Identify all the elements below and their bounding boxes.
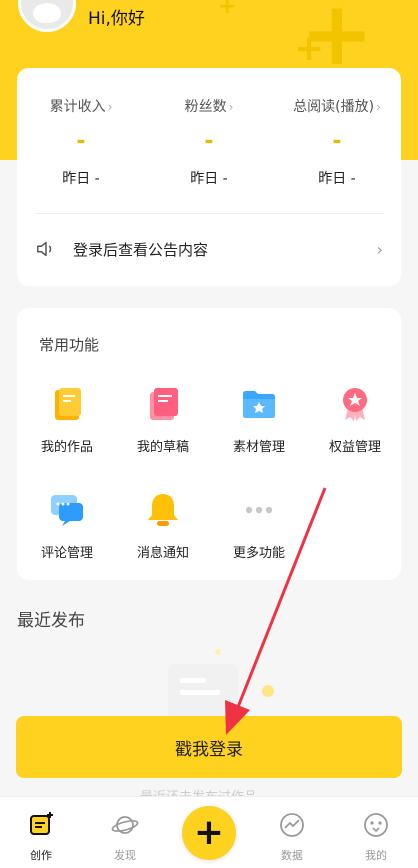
func-my-drafts[interactable]: 我的草稿 bbox=[115, 384, 211, 474]
recent-title: 最近发布 bbox=[17, 611, 85, 631]
badge-icon bbox=[343, 388, 367, 421]
func-label: 权益管理 bbox=[328, 440, 381, 455]
notice-text: 登录后查看公告内容 bbox=[73, 240, 209, 259]
chevron-right-icon: › bbox=[107, 100, 113, 114]
section-title: 常用功能 bbox=[39, 336, 100, 354]
tab-label: 发现 bbox=[114, 849, 136, 862]
stat-value: - bbox=[76, 129, 86, 154]
stat-yesterday: 昨日 - bbox=[190, 171, 228, 187]
chevron-right-icon: › bbox=[376, 239, 383, 259]
tab-label: 数据 bbox=[281, 849, 303, 862]
stat-yesterday: 昨日 - bbox=[318, 171, 356, 187]
more-icon bbox=[245, 506, 273, 514]
decor-plus-icon: + bbox=[294, 28, 325, 69]
tab-mine[interactable]: 我的 bbox=[341, 803, 411, 863]
decor-plus-icon: + bbox=[218, 0, 237, 19]
chevron-right-icon: › bbox=[376, 100, 381, 114]
profile-face-icon bbox=[364, 813, 388, 837]
func-label: 我的作品 bbox=[40, 440, 93, 455]
func-notifications[interactable]: 消息通知 bbox=[115, 490, 211, 580]
stat-value: - bbox=[332, 129, 342, 154]
avatar-face-icon bbox=[33, 3, 61, 23]
bell-icon bbox=[148, 494, 178, 526]
func-my-works[interactable]: 我的作品 bbox=[19, 384, 115, 474]
login-button[interactable]: 戳我登录 bbox=[16, 716, 402, 778]
stat-title: 总阅读(播放) bbox=[293, 99, 375, 115]
drafts-icon bbox=[150, 388, 178, 420]
func-more[interactable]: 更多功能 bbox=[211, 490, 307, 580]
speaker-icon bbox=[37, 241, 52, 257]
func-rights[interactable]: 权益管理 bbox=[307, 384, 403, 474]
tab-label: 我的 bbox=[365, 849, 387, 862]
stats-card: 累计收入 › - 昨日 - 粉丝数 › - 昨日 - 总阅读(播放) › - 昨日 -… bbox=[17, 68, 401, 286]
functions-card: 常用功能 我的作品 我的草稿 素材管理 权益管理 评论管理 消息通知 更多功能 bbox=[17, 308, 401, 580]
folder-icon bbox=[243, 391, 275, 418]
planet-icon bbox=[111, 816, 139, 834]
func-label: 我的草稿 bbox=[136, 440, 189, 455]
data-chart-icon bbox=[280, 813, 304, 837]
tab-label: 创作 bbox=[30, 849, 52, 862]
func-materials[interactable]: 素材管理 bbox=[211, 384, 307, 474]
tab-create[interactable]: 创作 bbox=[6, 803, 76, 863]
stat-title: 累计收入 bbox=[49, 99, 106, 115]
chevron-right-icon: › bbox=[228, 100, 234, 114]
create-icon bbox=[30, 812, 53, 835]
func-label: 素材管理 bbox=[232, 440, 285, 455]
comment-icon bbox=[51, 495, 83, 526]
stat-title: 粉丝数 bbox=[184, 99, 227, 115]
divider bbox=[35, 213, 383, 214]
notice-row[interactable]: 登录后查看公告内容 › bbox=[35, 228, 383, 270]
stat-yesterday: 昨日 - bbox=[62, 171, 100, 187]
func-label: 消息通知 bbox=[136, 546, 189, 561]
func-label: 更多功能 bbox=[232, 546, 285, 561]
tab-data[interactable]: 数据 bbox=[257, 803, 327, 863]
publish-plus-button[interactable]: + bbox=[182, 806, 236, 860]
tab-discover[interactable]: 发现 bbox=[90, 803, 160, 863]
func-comments[interactable]: 评论管理 bbox=[19, 490, 115, 580]
works-icon bbox=[55, 388, 81, 420]
greeting-text[interactable]: Hi,你好 bbox=[88, 4, 145, 29]
func-label: 评论管理 bbox=[40, 546, 93, 561]
empty-state-illustration bbox=[168, 649, 274, 720]
stat-value: - bbox=[204, 129, 214, 154]
